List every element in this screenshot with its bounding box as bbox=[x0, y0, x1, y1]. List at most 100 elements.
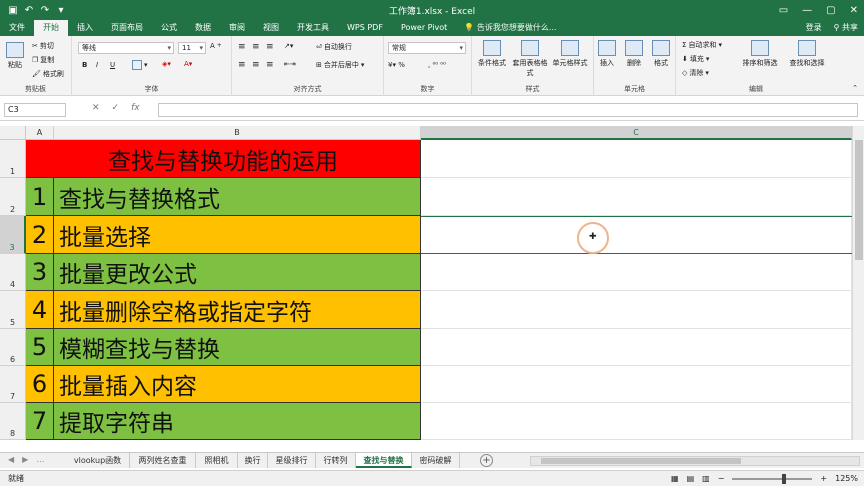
format-cells-button[interactable]: 格式 bbox=[648, 40, 674, 68]
cell-a2[interactable]: 1 bbox=[26, 178, 54, 216]
font-size-combo[interactable]: 11 bbox=[178, 42, 206, 54]
cell-b5[interactable]: 批量删除空格或指定字符 bbox=[54, 291, 421, 329]
page-break-view-icon[interactable]: ▥ bbox=[702, 471, 710, 486]
underline-button[interactable]: U bbox=[110, 61, 115, 69]
tab-formulas[interactable]: 公式 bbox=[152, 20, 186, 36]
name-box[interactable]: C3 bbox=[4, 103, 66, 117]
tab-page-layout[interactable]: 页面布局 bbox=[102, 20, 152, 36]
indent-icon[interactable]: ⇤⇥ bbox=[284, 60, 296, 68]
border-icon[interactable]: ▾ bbox=[132, 60, 148, 70]
conditional-format-button[interactable]: 条件格式 bbox=[474, 40, 510, 68]
tab-view[interactable]: 视图 bbox=[254, 20, 288, 36]
delete-cells-button[interactable]: 删除 bbox=[621, 40, 647, 68]
cell-c8[interactable] bbox=[421, 403, 852, 440]
sheet-tab-line-break[interactable]: 换行 bbox=[238, 453, 268, 468]
cell-c7[interactable] bbox=[421, 366, 852, 403]
cell-b4[interactable]: 批量更改公式 bbox=[54, 254, 421, 291]
right-align-icon[interactable]: ≡ bbox=[266, 60, 274, 70]
login-button[interactable]: 登录 bbox=[806, 20, 822, 36]
number-format-combo[interactable]: 常规 bbox=[388, 42, 466, 54]
title-cell[interactable]: 查找与替换功能的运用 bbox=[26, 140, 421, 178]
find-select-button[interactable]: 查找和选择 bbox=[784, 40, 830, 68]
center-align-icon[interactable]: ≡ bbox=[252, 60, 260, 70]
cell-b2[interactable]: 查找与替换格式 bbox=[54, 178, 421, 216]
fill-color-icon[interactable]: ◈▾ bbox=[162, 60, 171, 68]
cell-a8[interactable]: 7 bbox=[26, 403, 54, 440]
formula-input[interactable] bbox=[158, 103, 858, 117]
column-header-c[interactable]: C bbox=[421, 126, 852, 140]
enter-icon[interactable]: ✓ bbox=[112, 103, 120, 113]
orientation-icon[interactable]: ↗▾ bbox=[284, 42, 293, 50]
cell-c2[interactable] bbox=[421, 178, 852, 216]
italic-button[interactable]: I bbox=[96, 61, 98, 69]
tab-developer[interactable]: 开发工具 bbox=[288, 20, 338, 36]
sheet-tab-camera[interactable]: 照相机 bbox=[196, 453, 238, 468]
cell-a7[interactable]: 6 bbox=[26, 366, 54, 403]
row-header-4[interactable]: 4 bbox=[0, 254, 26, 291]
sheet-tab-star-rank[interactable]: 星级排行 bbox=[268, 453, 316, 468]
ribbon-display-icon[interactable]: ▭ bbox=[779, 5, 788, 16]
cell-c1[interactable] bbox=[421, 140, 852, 178]
tab-power-pivot[interactable]: Power Pivot bbox=[392, 20, 456, 36]
font-name-combo[interactable]: 等线 bbox=[78, 42, 174, 54]
wrap-text-button[interactable]: ⏎ 自动换行 bbox=[316, 42, 352, 52]
next-sheet-icon[interactable]: ▶ bbox=[22, 455, 28, 464]
cell-b6[interactable]: 模糊查找与替换 bbox=[54, 329, 421, 366]
sheet-tab-row-to-col[interactable]: 行转列 bbox=[316, 453, 356, 468]
maximize-icon[interactable]: ▢ bbox=[826, 5, 835, 16]
cell-c4[interactable] bbox=[421, 254, 852, 291]
normal-view-icon[interactable]: ▦ bbox=[671, 471, 679, 486]
sheet-tab-vlookup[interactable]: vlookup函数 bbox=[66, 453, 130, 468]
format-painter-button[interactable]: 🖌 格式刷 bbox=[32, 69, 64, 79]
bottom-align-icon[interactable]: ≡ bbox=[266, 42, 274, 52]
middle-align-icon[interactable]: ≡ bbox=[252, 42, 260, 52]
currency-icon[interactable]: ¥▾ % bbox=[388, 61, 405, 69]
cell-b7[interactable]: 批量插入内容 bbox=[54, 366, 421, 403]
column-header-a[interactable]: A bbox=[26, 126, 54, 140]
cell-a4[interactable]: 3 bbox=[26, 254, 54, 291]
merge-center-button[interactable]: ⊞ 合并后居中 ▾ bbox=[316, 60, 364, 70]
grow-font-icon[interactable]: A + bbox=[210, 42, 222, 50]
row-header-2[interactable]: 2 bbox=[0, 178, 26, 216]
tab-home[interactable]: 开始 bbox=[34, 20, 68, 36]
vertical-scroll-thumb[interactable] bbox=[855, 140, 863, 260]
cell-a3[interactable]: 2 bbox=[26, 216, 54, 254]
tab-insert[interactable]: 插入 bbox=[68, 20, 102, 36]
more-sheets-icon[interactable]: … bbox=[36, 455, 44, 464]
select-all-corner[interactable] bbox=[0, 126, 26, 140]
cell-c6[interactable] bbox=[421, 329, 852, 366]
horizontal-scrollbar[interactable] bbox=[530, 456, 860, 466]
top-align-icon[interactable]: ≡ bbox=[238, 42, 246, 52]
vertical-scrollbar[interactable] bbox=[852, 126, 864, 440]
sheet-tab-duplicate-names[interactable]: 两列姓名查重 bbox=[130, 453, 196, 468]
row-header-6[interactable]: 6 bbox=[0, 329, 26, 366]
format-as-table-button[interactable]: 套用表格格式 bbox=[512, 40, 548, 78]
fx-icon[interactable]: fx bbox=[131, 103, 140, 113]
copy-button[interactable]: ❐ 复制 bbox=[32, 55, 54, 65]
bold-button[interactable]: B bbox=[82, 61, 87, 69]
cut-button[interactable]: ✂ 剪切 bbox=[32, 41, 54, 51]
cell-c5[interactable] bbox=[421, 291, 852, 329]
row-header-3[interactable]: 3 bbox=[0, 216, 26, 254]
tab-file[interactable]: 文件 bbox=[0, 20, 34, 36]
row-header-8[interactable]: 8 bbox=[0, 403, 26, 440]
tab-review[interactable]: 审阅 bbox=[220, 20, 254, 36]
tab-data[interactable]: 数据 bbox=[186, 20, 220, 36]
worksheet-grid[interactable]: A B C 1 2 3 4 5 6 7 8 查找与替换功能的运用 1 查找与替换… bbox=[0, 126, 852, 440]
zoom-in-icon[interactable]: + bbox=[820, 471, 827, 486]
cell-b3[interactable]: 批量选择 bbox=[54, 216, 421, 254]
cell-a5[interactable]: 4 bbox=[26, 291, 54, 329]
sheet-tab-find-replace[interactable]: 查找与替换 bbox=[356, 453, 412, 468]
comma-icon[interactable]: , ⁰⁰ ⁰⁰ bbox=[428, 61, 446, 69]
cell-a6[interactable]: 5 bbox=[26, 329, 54, 366]
clear-button[interactable]: ◇ 清除 ▾ bbox=[682, 68, 709, 78]
font-color-icon[interactable]: A▾ bbox=[184, 60, 192, 68]
zoom-level[interactable]: 125% bbox=[835, 471, 858, 486]
prev-sheet-icon[interactable]: ◀ bbox=[8, 455, 14, 464]
insert-cells-button[interactable]: 插入 bbox=[594, 40, 620, 68]
zoom-slider[interactable] bbox=[732, 474, 813, 484]
tell-me-search[interactable]: 💡 告诉我您想要做什么... bbox=[464, 20, 556, 36]
left-align-icon[interactable]: ≡ bbox=[238, 60, 246, 70]
add-sheet-button[interactable]: + bbox=[480, 454, 493, 467]
column-header-b[interactable]: B bbox=[54, 126, 421, 140]
